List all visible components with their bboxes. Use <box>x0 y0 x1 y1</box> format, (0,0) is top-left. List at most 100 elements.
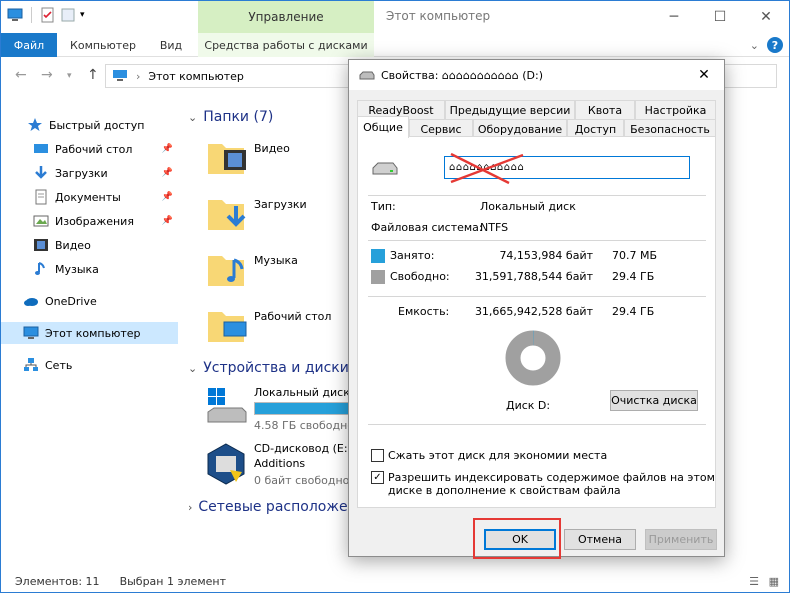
disk-label: Диск D: <box>506 399 551 412</box>
details-view-icon[interactable]: ☰ <box>749 575 759 588</box>
virtualbox-cd-icon <box>207 443 245 485</box>
sidebar-item-onedrive[interactable]: OneDrive <box>1 290 178 312</box>
maximize-icon[interactable]: ☐ <box>697 1 743 33</box>
folder-downloads[interactable]: Загрузки <box>204 192 351 242</box>
status-bar: Элементов: 11 Выбран 1 элемент ☰ ▦ <box>1 571 789 591</box>
folders-group-header[interactable]: ⌄ Папки (7) <box>188 109 273 125</box>
pin-icon[interactable]: 📌 <box>162 168 173 178</box>
index-checkbox[interactable]: ✓ <box>371 471 384 484</box>
sidebar-item-music[interactable]: Музыка <box>1 258 178 280</box>
free-label: Свободно: <box>390 270 450 283</box>
devices-group-header[interactable]: ⌄ Устройства и диски (3 <box>188 360 351 376</box>
ribbon-right-controls: ⌄ ? <box>750 37 783 53</box>
tab-view[interactable]: Вид <box>151 33 191 57</box>
sidebar-item-desktop[interactable]: Рабочий стол 📌 <box>1 138 178 160</box>
sidebar-item-label: Сеть <box>45 358 73 372</box>
group-title: Устройства и диски (3 <box>203 360 351 376</box>
network-icon <box>24 358 38 371</box>
tab-computer[interactable]: Компьютер <box>61 33 145 57</box>
back-icon[interactable]: ← <box>15 67 27 83</box>
sidebar-item-this-pc[interactable]: Этот компьютер <box>1 322 178 344</box>
drive-icon <box>359 71 375 80</box>
compress-option[interactable]: Сжать этот диск для экономии места <box>371 449 607 462</box>
sidebar-item-label: Быстрый доступ <box>49 118 145 132</box>
pin-icon[interactable]: 📌 <box>162 144 173 154</box>
ok-button[interactable]: OK <box>484 529 556 550</box>
context-tab-header: Управление <box>198 1 374 33</box>
used-label: Занято: <box>390 249 435 262</box>
drive-label: Локальный диск ( <box>254 386 351 399</box>
dialog-title: Свойства: ⌂⌂⌂⌂⌂⌂⌂⌂⌂⌂⌂ (D:) <box>381 68 543 82</box>
sidebar-item-videos[interactable]: Видео <box>1 234 178 256</box>
customize-toolbar-icon[interactable]: ▾ <box>80 10 85 20</box>
folder-desktop[interactable]: Рабочий стол <box>204 304 351 354</box>
chevron-down-icon[interactable]: ⌄ <box>750 39 759 52</box>
tab-customize[interactable]: Настройка <box>635 100 716 119</box>
group-title: Папки (7) <box>203 109 274 125</box>
folder-label: Загрузки <box>254 198 307 211</box>
apply-button[interactable]: Применить <box>645 529 717 550</box>
properties-dialog: Свойства: ⌂⌂⌂⌂⌂⌂⌂⌂⌂⌂⌂ (D:) ✕ ReadyBoost … <box>348 59 725 557</box>
index-option[interactable]: ✓ Разрешить индексировать содержимое фай… <box>371 471 715 497</box>
close-icon[interactable]: ✕ <box>743 1 789 33</box>
folder-music[interactable]: Музыка <box>204 248 351 298</box>
cloud-icon <box>24 298 38 306</box>
computer-icon[interactable] <box>7 7 23 23</box>
tab-previous-versions[interactable]: Предыдущие версии <box>445 100 575 119</box>
breadcrumb[interactable]: Этот компьютер <box>148 70 244 83</box>
sidebar-item-downloads[interactable]: Загрузки 📌 <box>1 162 178 184</box>
tab-file[interactable]: Файл <box>1 33 57 57</box>
drive-label-secondary: Additions <box>254 457 306 470</box>
folder-label: Рабочий стол <box>254 310 332 323</box>
tab-drive-tools[interactable]: Средства работы с дисками <box>198 33 374 57</box>
new-folder-icon[interactable] <box>60 7 76 23</box>
tab-general[interactable]: Общие <box>357 116 409 138</box>
dialog-title-bar: Свойства: ⌂⌂⌂⌂⌂⌂⌂⌂⌂⌂⌂ (D:) ✕ <box>349 60 724 90</box>
cancel-button[interactable]: Отмена <box>564 529 636 550</box>
chevron-down-icon: ⌄ <box>188 110 198 124</box>
tiles-view-icon[interactable]: ▦ <box>769 575 779 588</box>
download-icon <box>35 166 47 179</box>
cross-out-mark <box>450 152 524 185</box>
disk-usage-donut <box>505 330 561 386</box>
sidebar-item-network[interactable]: Сеть <box>1 354 178 376</box>
title-bar: ▾ Управление Этот компьютер ─ ☐ ✕ <box>1 1 789 33</box>
filesystem-label: Файловая система: <box>371 221 483 234</box>
video-folder-icon <box>208 144 246 174</box>
desktop-icon <box>34 144 48 153</box>
computer-icon <box>113 70 127 81</box>
sidebar-item-label: Музыка <box>55 262 99 276</box>
capacity-label: Емкость: <box>398 305 450 318</box>
pin-icon[interactable]: 📌 <box>162 216 173 226</box>
drive-cd[interactable]: CD-дисковод (E:) V Additions 0 байт своб… <box>204 442 351 494</box>
sidebar-item-quick-access[interactable]: Быстрый доступ <box>1 114 178 136</box>
sidebar-item-documents[interactable]: Документы 📌 <box>1 186 178 208</box>
help-icon[interactable]: ? <box>767 37 783 53</box>
properties-icon[interactable] <box>40 7 56 23</box>
divider <box>368 240 706 241</box>
compress-label: Сжать этот диск для экономии места <box>388 449 608 462</box>
drive-local-disk[interactable]: Локальный диск ( 4.58 ГБ свободно <box>204 386 351 434</box>
close-icon[interactable]: ✕ <box>684 60 724 90</box>
compress-checkbox[interactable] <box>371 449 384 462</box>
divider <box>368 195 706 196</box>
quick-access-toolbar: ▾ <box>7 7 85 23</box>
navigation-pane: Быстрый доступ Рабочий стол 📌 Загрузки 📌… <box>1 106 178 566</box>
forward-icon[interactable]: → <box>41 67 53 83</box>
star-icon <box>28 118 42 131</box>
folder-videos[interactable]: Видео <box>204 136 351 186</box>
sidebar-item-pictures[interactable]: Изображения 📌 <box>1 210 178 232</box>
volume-name-input[interactable]: ⌂⌂⌂⌂⌂⌂⌂⌂⌂⌂⌂ <box>444 152 690 185</box>
sidebar-item-label: Загрузки <box>55 166 108 180</box>
capacity-bytes: 31,665,942,528 байт <box>474 305 593 318</box>
recent-locations-icon[interactable]: ▾ <box>67 71 72 81</box>
tab-quota[interactable]: Квота <box>575 100 635 119</box>
network-group-header[interactable]: › Сетевые расположен <box>188 499 351 515</box>
pin-icon[interactable]: 📌 <box>162 192 173 202</box>
up-icon[interactable]: ↑ <box>87 67 99 83</box>
toolbar-separator <box>31 7 32 23</box>
disk-cleanup-button[interactable]: Очистка диска <box>610 390 698 411</box>
index-label-line2: диске в дополнение к свойствам файла <box>388 484 621 497</box>
free-human: 29.4 ГБ <box>612 270 655 283</box>
minimize-icon[interactable]: ─ <box>651 1 697 33</box>
